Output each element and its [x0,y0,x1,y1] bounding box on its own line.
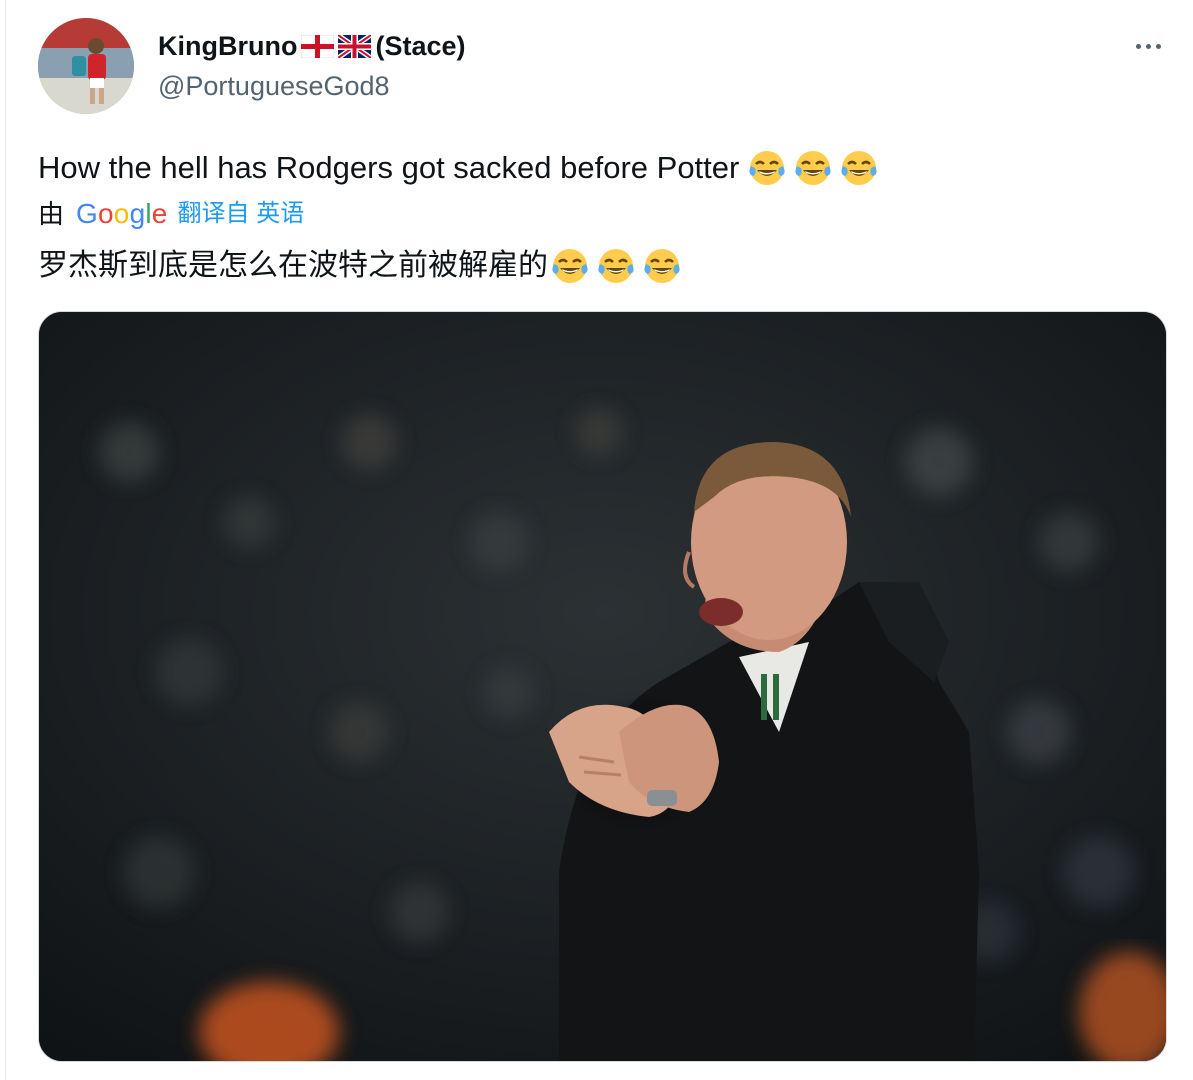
google-letter: e [151,198,168,229]
google-letter: g [129,198,146,229]
author-name-suffix: (Stace) [375,31,466,61]
google-letter: G [76,198,98,229]
laughing-crying-emoji-icon [644,249,680,283]
england-flag-icon [301,34,335,58]
tweet-text: How the hell has Rodgers got sacked befo… [38,148,879,188]
uk-flag-icon [338,34,372,58]
google-letter: o [98,198,114,229]
author-display-name[interactable]: KingBruno (Stace) [158,26,466,66]
laughing-crying-emoji-icon [598,249,634,283]
translated-from-link[interactable]: 翻译自 英语 [178,194,305,234]
translation-attribution: 由 Google 翻译自 英语 [38,194,304,234]
translated-tweet-text: 罗杰斯到底是怎么在波特之前被解雇的 [38,246,682,286]
author-avatar[interactable] [38,18,134,114]
laughing-crying-emoji-icon [795,151,831,185]
more-icon-dot [1145,43,1151,49]
timeline-divider [5,0,6,1080]
translated-text-body: 罗杰斯到底是怎么在波特之前被解雇的 [38,249,548,282]
author-name-text: KingBruno [158,31,298,61]
laughing-crying-emoji-icon [749,151,785,185]
laughing-crying-emoji-icon [552,249,588,283]
tweet-photo[interactable] [38,311,1167,1062]
laughing-crying-emoji-icon [841,151,877,185]
more-icon-dot [1155,43,1161,49]
google-letter: o [113,198,130,229]
author-handle[interactable]: @PortugueseGod8 [158,66,390,106]
google-logo-icon[interactable]: Google [76,194,168,234]
translated-emojis [550,246,682,286]
tweet-text-body: How the hell has Rodgers got sacked befo… [38,150,740,185]
more-icon [1135,43,1141,49]
tweet-emojis [747,148,879,188]
translation-prefix: 由 [38,199,65,229]
more-options-button[interactable] [1126,28,1170,64]
